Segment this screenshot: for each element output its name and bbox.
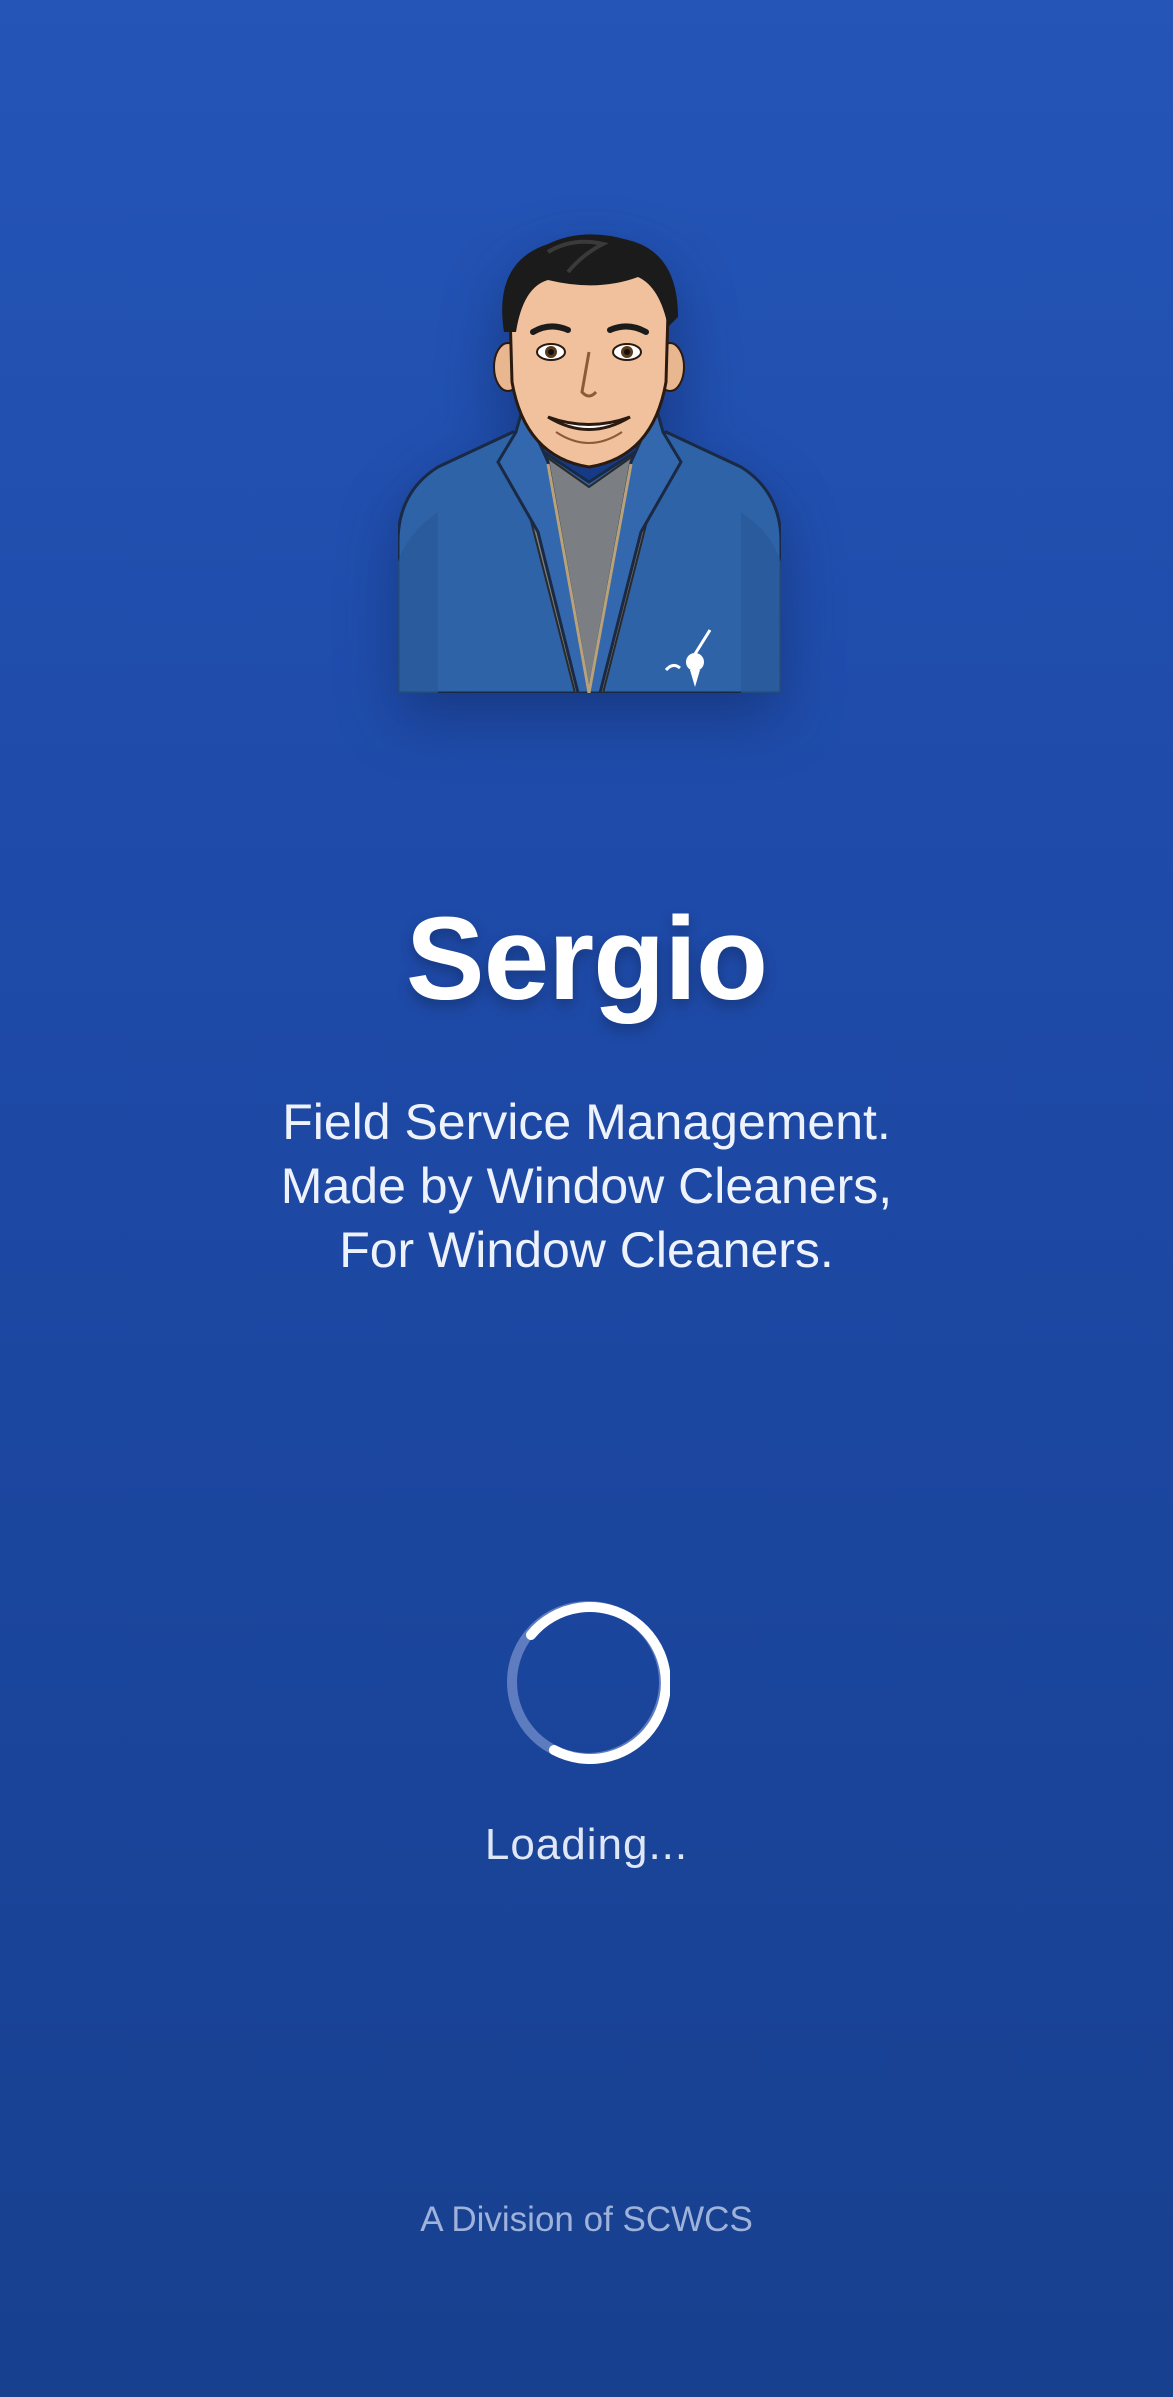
- division-footer: A Division of SCWCS: [420, 2200, 753, 2239]
- mascot-avatar: [398, 232, 781, 693]
- loading-spinner-icon: [506, 1600, 671, 1764]
- tagline-line-2: Made by Window Cleaners,: [280, 1158, 893, 1214]
- tagline-line-3: For Window Cleaners.: [339, 1222, 834, 1278]
- app-title: Sergio: [405, 893, 768, 1025]
- tagline-line-1: Field Service Management.: [282, 1094, 891, 1150]
- mascot-illustration: [398, 234, 781, 693]
- splash-screen: { "app": { "name": "Sergio", "tagline": …: [0, 0, 1173, 2397]
- loading-label: Loading...: [484, 1820, 689, 1869]
- tagline: Field Service Management. Made by Window…: [0, 1090, 1173, 1282]
